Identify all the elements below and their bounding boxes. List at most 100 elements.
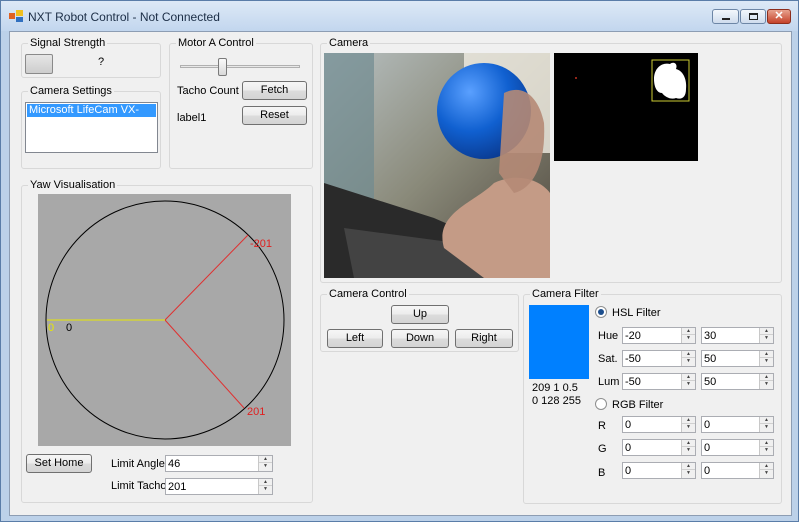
g-max-spinner[interactable]: ▲ ▼ [759,440,773,455]
b-max-input[interactable]: 0 ▲ ▼ [701,462,774,479]
close-icon: ✕ [774,10,784,22]
r-max-spinner[interactable]: ▲ ▼ [759,417,773,432]
sat-min-input[interactable]: -50 ▲ ▼ [622,350,696,367]
hsl-readout: 209 1 0.5 [532,382,578,394]
g-min-spinner[interactable]: ▲ ▼ [681,440,695,455]
lum-min-value: -50 [625,376,641,388]
yaw-limit-pos-label: 201 [247,406,265,418]
limit-tacho-value: 201 [168,481,187,493]
title-bar[interactable]: NXT Robot Control - Not Connected ✕ [1,1,798,31]
lum-max-input[interactable]: 50 ▲ ▼ [701,373,774,390]
spin-down-icon[interactable]: ▼ [259,486,272,493]
camera-left-button[interactable]: Left [327,329,383,348]
hue-min-value: -20 [625,330,641,342]
hue-min-spinner[interactable]: ▲ ▼ [681,328,695,343]
filter-output-view [554,53,698,161]
spin-up-icon[interactable]: ▲ [760,440,773,447]
b-max-spinner[interactable]: ▲ ▼ [759,463,773,478]
spin-up-icon[interactable]: ▲ [682,417,695,424]
spin-down-icon[interactable]: ▼ [682,447,695,454]
camera-settings-group: Camera Settings Microsoft LifeCam VX-600… [21,85,161,169]
tacho-count-label: Tacho Count [177,85,239,97]
camera-title: Camera [327,37,371,49]
r-max-input[interactable]: 0 ▲ ▼ [701,416,774,433]
spin-down-icon[interactable]: ▼ [682,424,695,431]
hue-max-spinner[interactable]: ▲ ▼ [759,328,773,343]
spin-up-icon[interactable]: ▲ [760,417,773,424]
spin-up-icon[interactable]: ▲ [259,479,272,486]
yaw-dial: -201 201 0 0 [38,194,291,446]
spin-down-icon[interactable]: ▼ [682,470,695,477]
limit-angle-input[interactable]: 46 ▲ ▼ [165,455,273,472]
spin-up-icon[interactable]: ▲ [760,328,773,335]
spin-up-icon[interactable]: ▲ [682,328,695,335]
spin-down-icon[interactable]: ▼ [682,358,695,365]
spin-down-icon[interactable]: ▼ [760,447,773,454]
spin-down-icon[interactable]: ▼ [760,335,773,342]
r-min-spinner[interactable]: ▲ ▼ [681,417,695,432]
reset-button[interactable]: Reset [242,106,307,125]
camera-device-list[interactable]: Microsoft LifeCam VX-6000 [25,102,158,153]
spin-down-icon[interactable]: ▼ [259,463,272,470]
spin-down-icon[interactable]: ▼ [682,335,695,342]
camera-filter-group: Camera Filter 209 1 0.5 0 128 255 HSL Fi… [523,288,782,504]
hsl-filter-radio[interactable] [595,306,607,318]
b-min-value: 0 [625,465,632,477]
motor-slider-thumb[interactable] [218,58,227,76]
g-max-input[interactable]: 0 ▲ ▼ [701,439,774,456]
spin-up-icon[interactable]: ▲ [682,351,695,358]
motor-slider-track [180,65,300,68]
r-min-value: 0 [625,419,632,431]
spin-up-icon[interactable]: ▲ [760,351,773,358]
r-min-input[interactable]: 0 ▲ ▼ [622,416,696,433]
set-home-button[interactable]: Set Home [26,454,92,473]
g-label: G [598,443,607,455]
g-min-input[interactable]: 0 ▲ ▼ [622,439,696,456]
motor-slider[interactable] [180,58,300,78]
hue-min-input[interactable]: -20 ▲ ▼ [622,327,696,344]
spin-up-icon[interactable]: ▲ [259,456,272,463]
camera-up-button[interactable]: Up [391,305,449,324]
limit-tacho-spinner[interactable]: ▲ ▼ [258,479,272,494]
spin-up-icon[interactable]: ▲ [760,374,773,381]
camera-feed [324,53,550,278]
spin-down-icon[interactable]: ▼ [760,470,773,477]
maximize-button[interactable] [740,9,766,24]
sat-max-input[interactable]: 50 ▲ ▼ [701,350,774,367]
limit-tacho-input[interactable]: 201 ▲ ▼ [165,478,273,495]
spin-up-icon[interactable]: ▲ [682,440,695,447]
motor-value-label: label1 [177,112,207,124]
rgb-filter-radio[interactable] [595,398,607,410]
camera-down-button[interactable]: Down [391,329,449,348]
maximize-icon [749,13,758,20]
camera-control-group: Camera Control Up Left Down Right [320,288,519,352]
sat-max-spinner[interactable]: ▲ ▼ [759,351,773,366]
spin-down-icon[interactable]: ▼ [682,381,695,388]
spin-up-icon[interactable]: ▲ [682,463,695,470]
hue-max-input[interactable]: 30 ▲ ▼ [701,327,774,344]
yaw-home-value-left: 0 [48,322,54,334]
rgb-readout: 0 128 255 [532,395,581,407]
camera-right-button[interactable]: Right [455,329,513,348]
spin-down-icon[interactable]: ▼ [760,381,773,388]
spin-down-icon[interactable]: ▼ [760,358,773,365]
b-min-spinner[interactable]: ▲ ▼ [681,463,695,478]
spin-up-icon[interactable]: ▲ [760,463,773,470]
spin-down-icon[interactable]: ▼ [760,424,773,431]
lum-max-spinner[interactable]: ▲ ▼ [759,374,773,389]
fetch-button[interactable]: Fetch [242,81,307,100]
lum-min-spinner[interactable]: ▲ ▼ [681,374,695,389]
limit-angle-spinner[interactable]: ▲ ▼ [258,456,272,471]
close-button[interactable]: ✕ [767,9,791,24]
minimize-button[interactable] [712,9,739,24]
signal-strength-indicator [25,54,53,74]
lum-min-input[interactable]: -50 ▲ ▼ [622,373,696,390]
camera-device-item[interactable]: Microsoft LifeCam VX-6000 [27,104,156,129]
b-min-input[interactable]: 0 ▲ ▼ [622,462,696,479]
sat-min-spinner[interactable]: ▲ ▼ [681,351,695,366]
spin-up-icon[interactable]: ▲ [682,374,695,381]
camera-control-title: Camera Control [327,288,409,300]
lum-label: Lum [598,376,620,388]
hue-max-value: 30 [704,330,717,342]
filter-color-swatch[interactable] [529,305,589,379]
